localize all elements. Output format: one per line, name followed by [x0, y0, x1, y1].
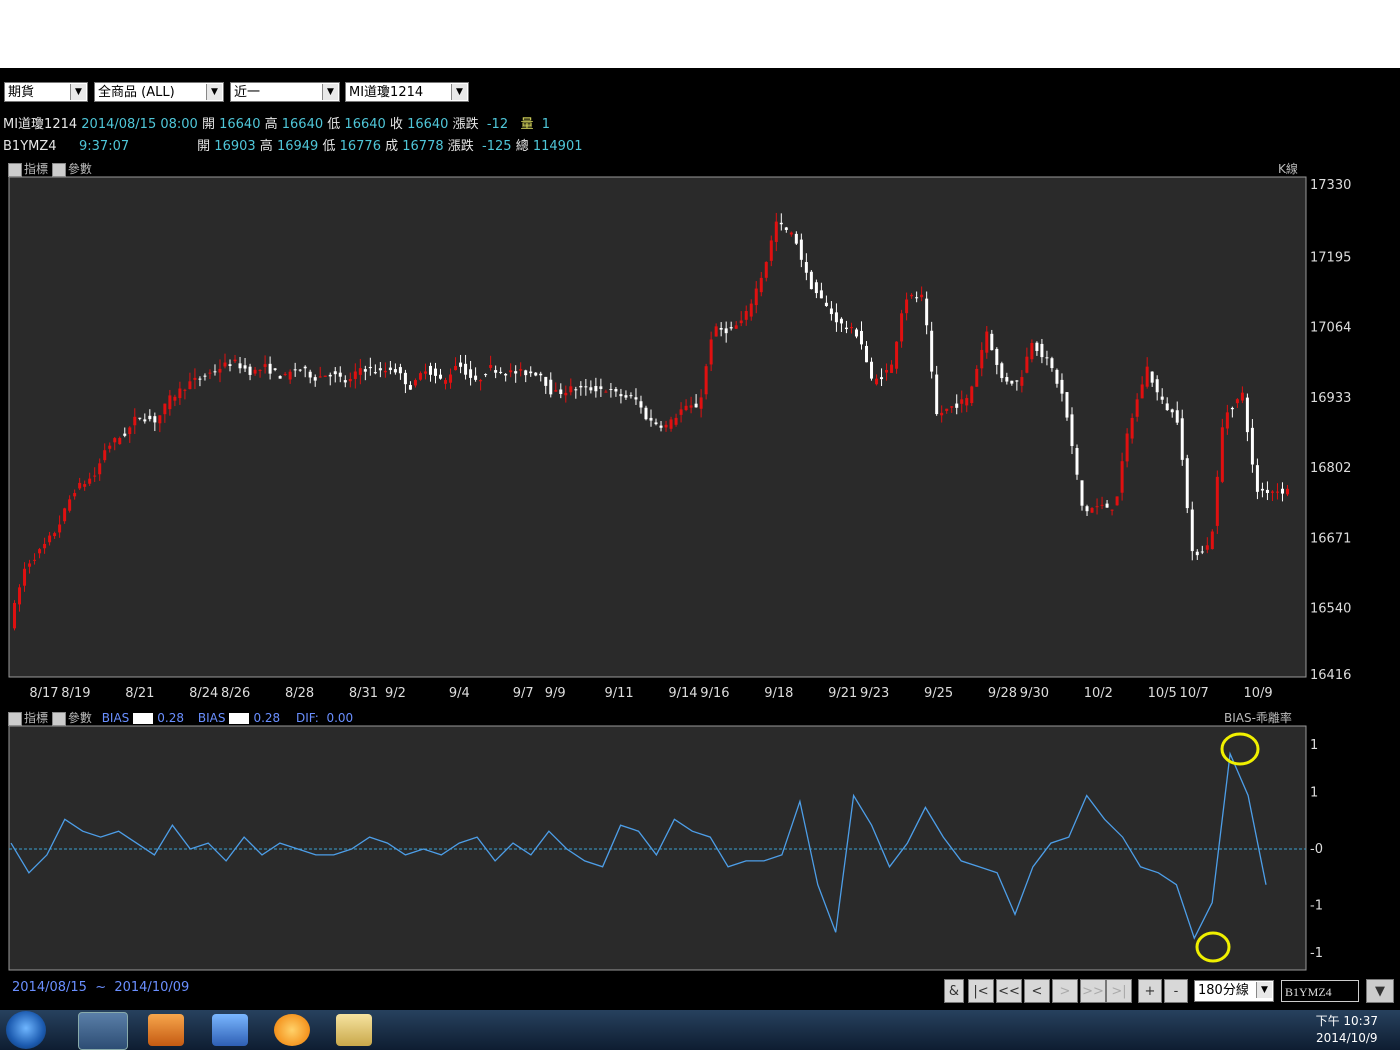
candle — [644, 405, 648, 421]
x-tick-label: 8/26 — [221, 686, 250, 701]
symbol-input[interactable]: B1YMZ4 — [1281, 980, 1359, 1002]
x-tick-label: 9/25 — [924, 686, 953, 701]
x-tick-label: 8/19 — [61, 686, 90, 701]
x-tick-label: 10/5 — [1148, 686, 1177, 701]
y-tick-label: 16802 — [1310, 461, 1351, 476]
media-player-icon[interactable] — [148, 1014, 184, 1046]
y-tick-label: 17064 — [1310, 321, 1351, 336]
candle — [323, 375, 327, 378]
candle — [1185, 454, 1189, 514]
candle — [1215, 470, 1219, 534]
y-tick-label: 17195 — [1310, 250, 1351, 265]
x-tick-label: 10/9 — [1243, 686, 1272, 701]
candle — [809, 270, 813, 290]
x-tick-label: 9/30 — [1020, 686, 1049, 701]
y-tick-label: 16933 — [1310, 391, 1351, 406]
bias-y-tick-label: 1 — [1310, 786, 1318, 801]
x-tick-label: 8/17 — [29, 686, 58, 701]
bias-plot-area[interactable] — [8, 725, 1307, 971]
x-tick-label: 9/21 — [828, 686, 857, 701]
candle — [1115, 496, 1119, 506]
chart-canvas: 17330 17195 17064 16933 16802 16671 16540 16416… — [8, 176, 1351, 971]
x-tick-label: 8/31 — [349, 686, 378, 701]
bias-y-tick-label: 1 — [1310, 738, 1318, 753]
y-tick-label: 16671 — [1310, 531, 1351, 546]
back-button[interactable]: < — [1024, 979, 1050, 1003]
link-button[interactable]: & — [944, 979, 964, 1003]
candle — [13, 600, 17, 631]
ie-browser-icon[interactable] — [78, 1012, 128, 1050]
dropdown-button[interactable]: ▼ — [1366, 979, 1394, 1003]
forward-button[interactable]: > — [1052, 979, 1078, 1003]
last-page-button[interactable]: >| — [1106, 979, 1132, 1003]
chat-app-icon[interactable] — [274, 1014, 310, 1046]
y-tick-label: 17330 — [1310, 178, 1351, 193]
x-tick-label: 9/14 — [668, 686, 697, 701]
bias-y-tick-label: -1 — [1310, 946, 1323, 961]
x-tick-label: 9/9 — [545, 686, 566, 701]
folder-icon[interactable] — [336, 1014, 372, 1046]
x-tick-label: 9/18 — [764, 686, 793, 701]
zoom-in-button[interactable]: + — [1138, 979, 1162, 1003]
x-tick-label: 8/24 — [189, 686, 218, 701]
x-tick-label: 10/7 — [1180, 686, 1209, 701]
candle — [1065, 392, 1069, 421]
x-tick-label: 9/2 — [385, 686, 406, 701]
windows-start-icon[interactable] — [6, 1011, 46, 1049]
date-range: 2014/08/15 ~ 2014/10/09 — [12, 980, 190, 995]
fast-back-button[interactable]: << — [996, 979, 1022, 1003]
x-tick-label: 8/28 — [285, 686, 314, 701]
candlestick-plot-area[interactable] — [8, 176, 1307, 678]
first-page-button[interactable]: |< — [968, 979, 994, 1003]
y-tick-label: 16540 — [1310, 602, 1351, 617]
x-tick-label: 8/21 — [125, 686, 154, 701]
zoom-out-button[interactable]: - — [1164, 979, 1188, 1003]
fast-forward-button[interactable]: >> — [1080, 979, 1106, 1003]
candle — [1220, 418, 1224, 484]
candle — [704, 363, 708, 400]
x-tick-label: 9/4 — [449, 686, 470, 701]
system-clock: 下午 10:37 2014/10/9 — [1315, 1014, 1378, 1045]
chevron-down-icon[interactable]: ▼ — [1256, 982, 1272, 998]
y-tick-label: 16416 — [1310, 668, 1351, 683]
bias-y-tick-label: -1 — [1310, 899, 1323, 914]
candle — [1210, 529, 1214, 550]
x-tick-label: 9/16 — [700, 686, 729, 701]
bias-y-axis: 1 1 -0 -1 -1 — [1310, 738, 1323, 961]
candlestick-x-axis: 8/17 8/19 8/21 8/24 8/26 8/28 8/31 9/2 9/4 9/7 9/9… — [29, 686, 1272, 701]
interval-select[interactable]: 180分線 ▼ — [1194, 980, 1274, 1002]
x-tick-label: 9/7 — [513, 686, 534, 701]
trading-app-icon[interactable] — [212, 1014, 248, 1046]
candle — [1075, 444, 1079, 480]
x-tick-label: 9/23 — [860, 686, 889, 701]
candlestick-y-axis: 17330 17195 17064 16933 16802 16671 16540 16416 — [1310, 178, 1351, 683]
bias-y-tick-label: -0 — [1310, 842, 1323, 857]
candle — [970, 385, 974, 406]
windows-taskbar — [0, 1010, 1400, 1050]
x-tick-label: 10/2 — [1084, 686, 1113, 701]
x-tick-label: 9/28 — [988, 686, 1017, 701]
x-tick-label: 9/11 — [604, 686, 633, 701]
